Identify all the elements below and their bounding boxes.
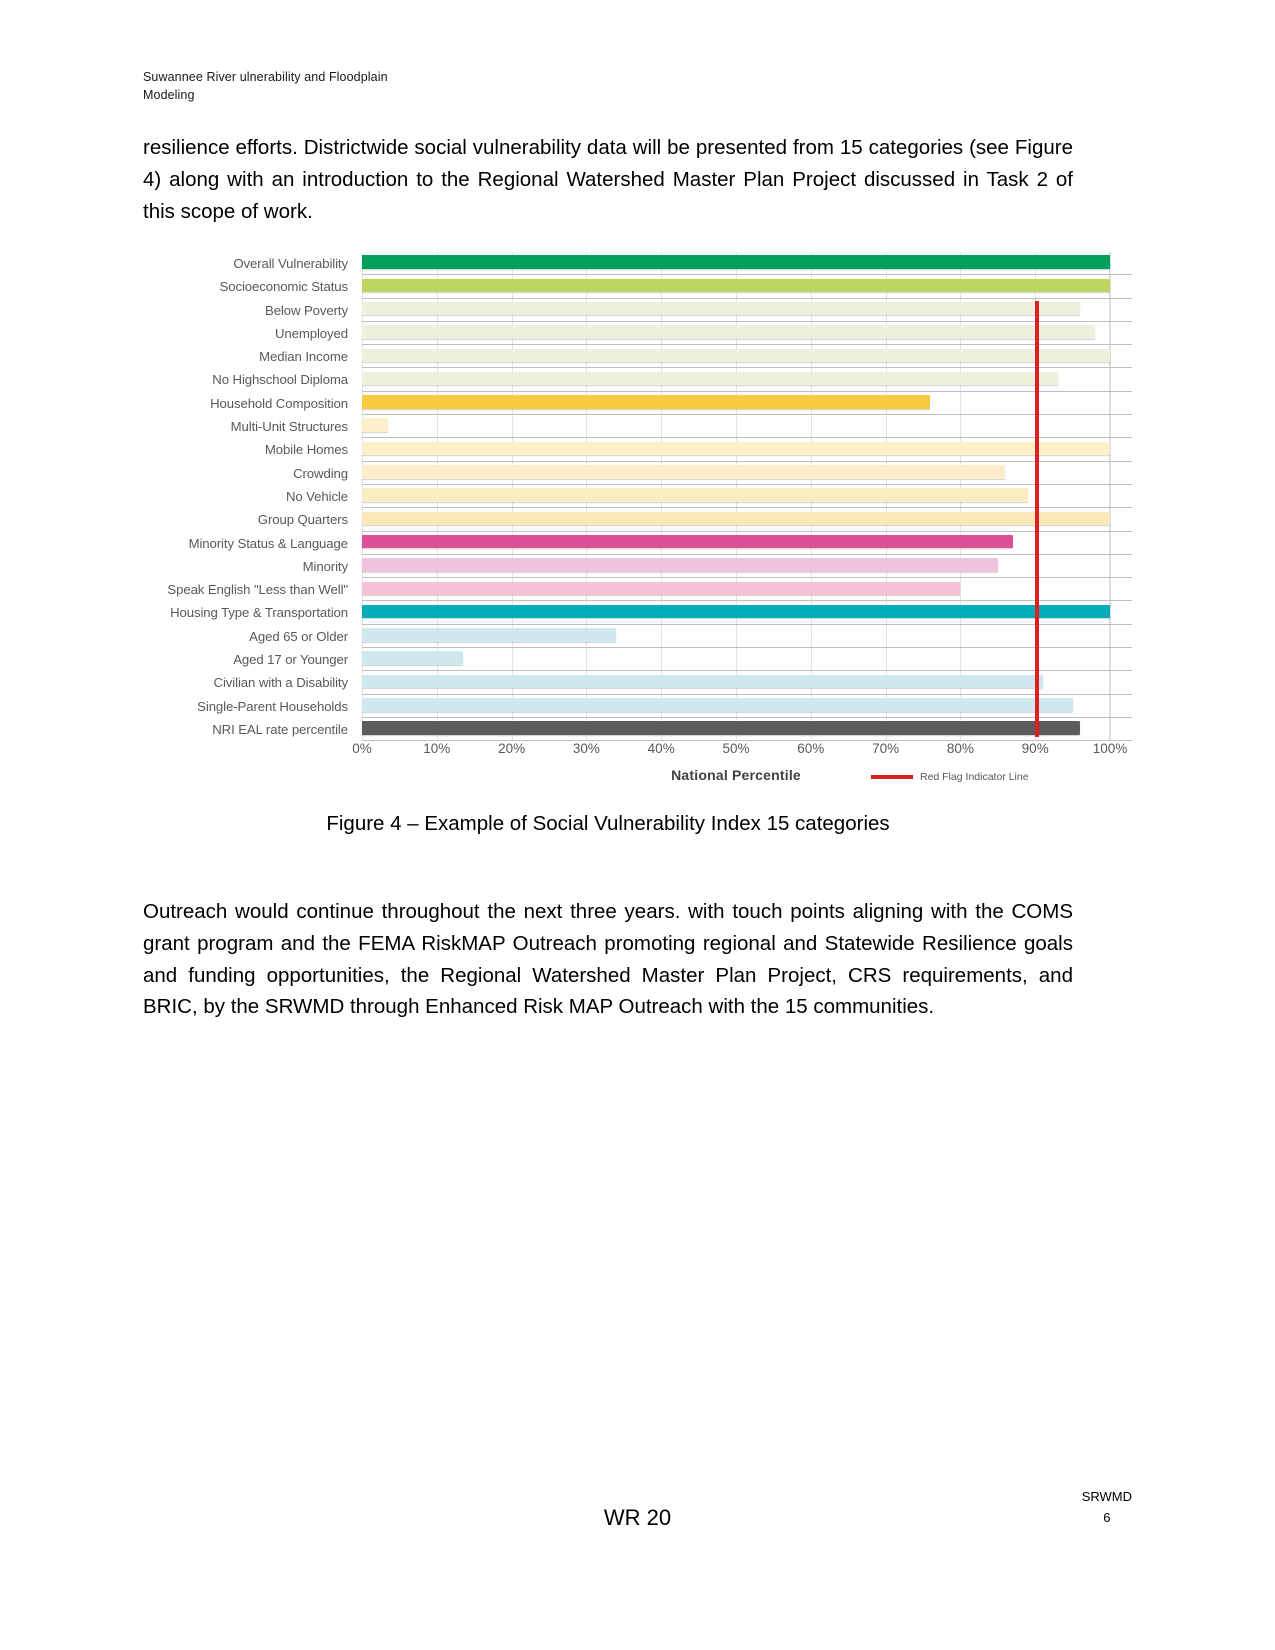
chart-category-label: Unemployed	[274, 325, 348, 341]
chart-bar-row	[362, 368, 1132, 393]
chart-bar	[362, 698, 1073, 712]
footer-right-block: SRWMD 6	[1082, 1487, 1132, 1529]
footer-page-number: 6	[1103, 1509, 1111, 1525]
chart-bar	[362, 325, 1096, 339]
chart-bar	[362, 278, 1110, 293]
chart-bars	[362, 252, 1132, 742]
chart-legend: Red Flag Indicator Line	[871, 771, 1029, 783]
chart-category-label: Crowding	[293, 465, 348, 481]
chart-bar-row	[362, 392, 1132, 416]
chart-bar-row	[362, 695, 1132, 719]
chart-bar	[362, 581, 961, 596]
chart-x-tick-label: 40%	[647, 741, 675, 756]
chart-bar-row	[362, 299, 1132, 323]
chart-category-label: Overall Vulnerability	[233, 256, 348, 271]
running-header-line-2: Modeling	[143, 88, 195, 103]
chart-bar-row	[362, 508, 1132, 532]
chart-category-label: Median Income	[259, 349, 348, 365]
chart-bar-row	[362, 601, 1132, 626]
chart-bar-row	[362, 555, 1132, 579]
chart-category-label: Aged 17 or Younger	[233, 652, 348, 668]
chart-value-axis: 0% 10% 20% 30% 40% 50% 60% 70% 80% 90% 100%	[352, 741, 1127, 767]
chart-bar-row	[362, 671, 1132, 695]
footer-organization: SRWMD	[1081, 1489, 1132, 1504]
body-paragraph-1: resilience efforts. Districtwide social …	[143, 136, 1073, 223]
chart-x-tick-label: 90%	[1021, 741, 1049, 756]
chart-bar-row	[362, 718, 1132, 742]
chart-bar-row	[362, 415, 1132, 439]
chart-x-tick-label: 50%	[722, 741, 750, 756]
chart-x-tick-label: 70%	[872, 741, 900, 756]
chart-bar-row	[362, 578, 1132, 602]
chart-category-label: Minority	[302, 558, 348, 574]
chart-x-tick-label: 100%	[1092, 741, 1128, 756]
chart-bar	[362, 721, 1081, 735]
chart-bar-row	[362, 252, 1132, 276]
chart-bar	[362, 604, 1110, 619]
chart-category-label: Aged 65 or Older	[249, 628, 348, 644]
chart-bar	[362, 301, 1081, 316]
chart-bar	[362, 418, 389, 432]
chart-x-tick-label: 10%	[423, 741, 451, 756]
chart-category-label: No Vehicle	[285, 488, 348, 504]
running-header-line-1: Suwannee River ulnerability and Floodpla…	[143, 70, 388, 84]
red-flag-indicator-line	[1035, 300, 1039, 738]
chart-bar-row	[362, 625, 1132, 649]
chart-gridline	[1110, 252, 1111, 741]
chart-x-tick-label: 80%	[946, 741, 974, 756]
red-flag-line-swatch-icon	[871, 775, 913, 779]
chart-bar	[362, 674, 1043, 689]
figure-4: Overall Vulnerability Socioeconomic Statu…	[143, 243, 1133, 803]
chart-bar	[362, 255, 1110, 269]
chart-category-label: Multi-Unit Structures	[230, 419, 348, 435]
chart-bar	[362, 558, 998, 572]
chart-category-label: Mobile Homes	[264, 442, 348, 458]
chart-category-axis: Overall Vulnerability Socioeconomic Statu…	[143, 252, 355, 741]
chart-bar	[362, 395, 931, 409]
figure-caption: Figure 4 – Example of Social Vulnerabili…	[326, 812, 890, 835]
chart-bar	[362, 651, 463, 665]
chart-bar-row	[362, 275, 1132, 299]
chart-x-tick-label: 60%	[797, 741, 825, 756]
chart-category-label: Single-Parent Households	[197, 698, 348, 714]
chart-bar	[362, 534, 1013, 549]
chart-category-label: Housing Type & Transportation	[170, 605, 348, 621]
running-header: Suwannee River ulnerability and Floodpla…	[143, 68, 643, 104]
chart-bar-row	[362, 485, 1132, 509]
document-page: Suwannee River ulnerability and Floodpla…	[0, 0, 1275, 1650]
chart-bar	[362, 628, 617, 642]
chart-category-label: NRI EAL rate percentile	[212, 721, 348, 737]
chart-category-label: Below Poverty	[265, 302, 348, 318]
chart-bar	[362, 511, 1110, 526]
chart-category-label: Socioeconomic Status	[219, 279, 349, 295]
chart-category-label: Speak English "Less than Well"	[167, 582, 348, 598]
chart-category-label: Group Quarters	[257, 512, 348, 528]
chart-bar-row	[362, 438, 1132, 462]
chart-bar-row	[362, 322, 1132, 346]
chart-bar-row	[362, 648, 1132, 672]
social-vulnerability-bar-chart: Overall Vulnerability Socioeconomic Statu…	[143, 243, 1133, 803]
chart-bar-row	[362, 345, 1132, 369]
chart-plot-area	[362, 252, 1132, 742]
chart-bar-row	[362, 462, 1132, 486]
chart-category-label: No Highschool Diploma	[212, 372, 348, 388]
chart-bar	[362, 371, 1058, 386]
chart-category-label: Minority Status & Language	[188, 535, 349, 551]
chart-bar	[362, 488, 1028, 502]
chart-x-tick-label: 0%	[352, 741, 372, 756]
chart-bar	[362, 348, 1110, 363]
chart-bar-row	[362, 532, 1132, 556]
chart-x-tick-label: 20%	[498, 741, 526, 756]
chart-x-tick-label: 30%	[572, 741, 600, 756]
chart-category-label: Civilian with a Disability	[213, 675, 349, 691]
chart-legend-label: Red Flag Indicator Line	[920, 771, 1029, 783]
chart-bar	[362, 441, 1110, 456]
chart-bar	[362, 465, 1006, 479]
chart-category-label: Household Composition	[210, 395, 348, 411]
body-paragraph-2: Outreach would continue throughout the n…	[143, 900, 1073, 1019]
